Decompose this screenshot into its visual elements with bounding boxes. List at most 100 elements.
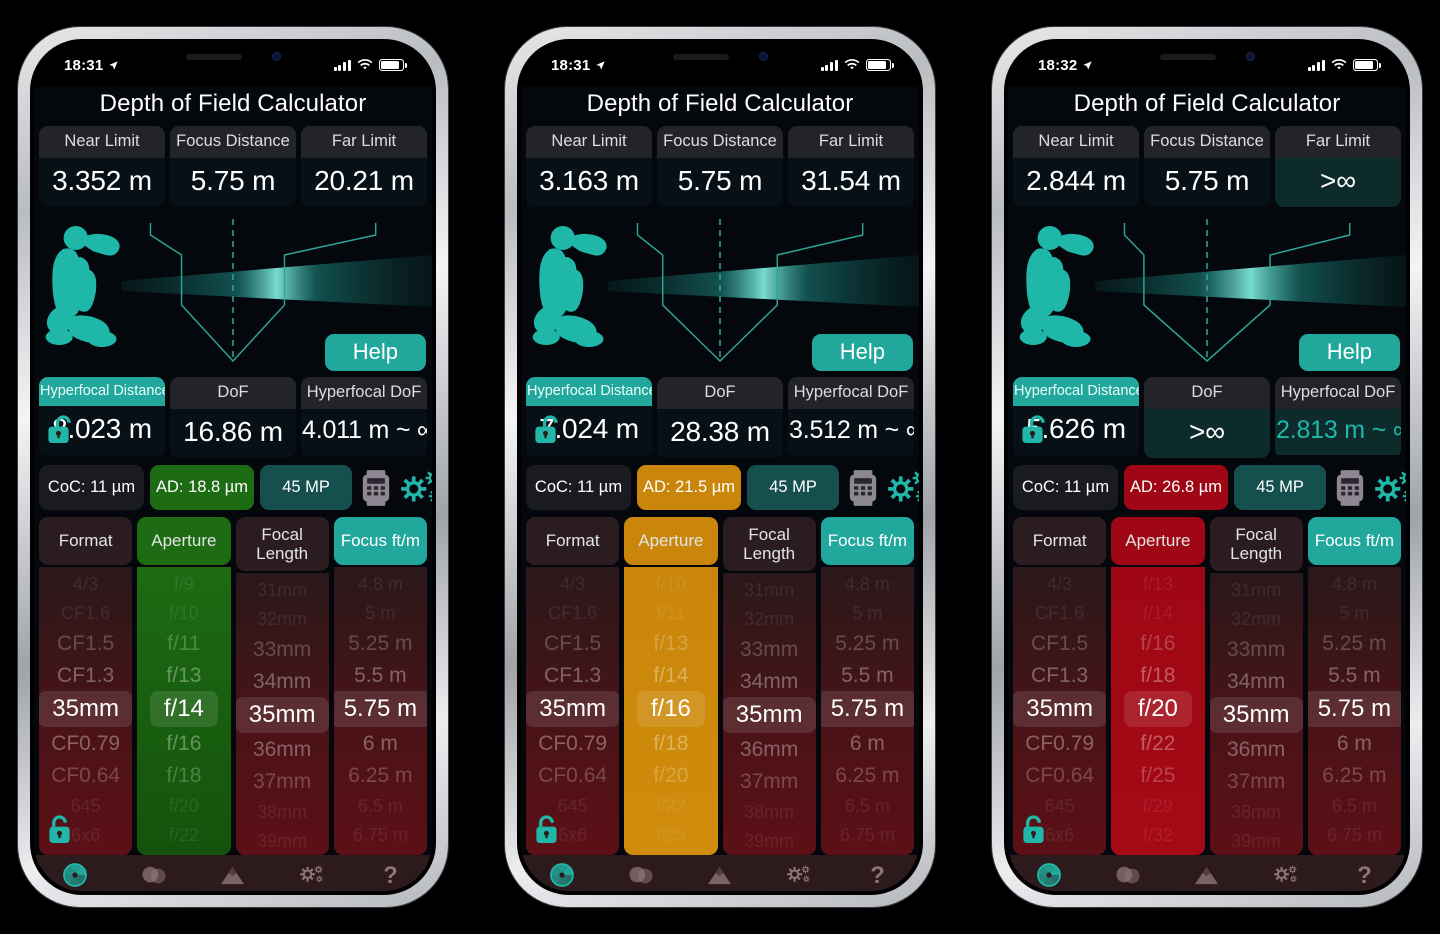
watch-calculator-icon[interactable] xyxy=(847,469,879,507)
tab-nd-calc[interactable]: ND Calc xyxy=(115,862,194,891)
picker-column-aperture[interactable]: Aperture f/13 f/14 f/16 f/18 f/20 f/22 f/25 f/2… xyxy=(1111,517,1205,856)
picker-item-format[interactable]: 4/3 xyxy=(61,569,110,598)
picker-item-focus-unit[interactable]: 6 m xyxy=(351,727,410,759)
picker-item-focus-unit[interactable]: 4.8 m xyxy=(346,569,415,598)
picker-list-format[interactable]: 4/3 CF1.6 CF1.5 CF1.3 35mm CF0.79 CF0.64 645 6x6 xyxy=(39,567,133,856)
picker-item-focal-length[interactable]: 35mm xyxy=(1209,697,1303,734)
near-limit-card[interactable]: Near Limit 3.352 m xyxy=(39,126,165,207)
picker-item-focal-length[interactable]: 38mm xyxy=(732,797,806,826)
tab-es-calc[interactable]: ES Calc xyxy=(1168,862,1247,891)
picker-item-aperture[interactable]: f/16 xyxy=(636,691,705,727)
picker-item-format[interactable]: CF1.3 xyxy=(1019,659,1100,691)
picker-item-aperture[interactable]: f/14 xyxy=(1131,598,1185,627)
picker-item-focal-length[interactable]: 32mm xyxy=(245,604,319,633)
picker-header-focus-unit[interactable]: Focus ft/m xyxy=(820,517,914,565)
picker-column-aperture[interactable]: Aperture f/9 f/10 f/11 f/13 f/14 f/16 f/18 f/20… xyxy=(137,517,231,856)
picker-header-focal-length[interactable]: Focal Length xyxy=(722,517,816,572)
hyperfocal-dof-card[interactable]: Hyperfocal DoF 4.011 m ~ ∞ xyxy=(301,377,427,458)
picker-column-format[interactable]: Format 4/3 CF1.6 CF1.5 CF1.3 35mm CF0.79 CF0.6… xyxy=(526,517,620,856)
picker-column-focal-length[interactable]: Focal Length 31mm 32mm 33mm 34mm 35mm 36mm 37mm… xyxy=(1209,517,1303,856)
picker-item-focal-length[interactable]: 36mm xyxy=(728,733,810,765)
picker-column-focal-length[interactable]: Focal Length 31mm 32mm 33mm 34mm 35mm 36mm 37mm… xyxy=(235,517,329,856)
picker-header-aperture[interactable]: Aperture xyxy=(1111,517,1205,565)
picker-item-focal-length[interactable]: 38mm xyxy=(1219,797,1293,826)
picker-item-aperture[interactable]: f/20 xyxy=(641,759,700,791)
format-lock-toggle[interactable] xyxy=(1020,813,1047,851)
picker-item-focal-length[interactable]: 37mm xyxy=(728,765,810,797)
picker-item-focus-unit[interactable]: 5 m xyxy=(1327,598,1381,627)
picker-item-focal-length[interactable]: 31mm xyxy=(245,575,319,604)
picker-column-focus-unit[interactable]: Focus ft/m 4.8 m5 m 5.25 m 5.5 m 5.75 m6 m6… xyxy=(820,517,914,856)
dof-card[interactable]: DoF >∞ xyxy=(1144,377,1270,458)
hyperfocal-unlock-toggle[interactable] xyxy=(45,413,72,451)
picker-item-focus-unit[interactable]: 6.25 m xyxy=(823,759,911,791)
picker-item-aperture[interactable]: f/22 xyxy=(644,791,698,820)
picker-item-focus-unit[interactable]: 6.75 m xyxy=(1315,820,1394,849)
picker-item-focus-unit[interactable]: 5.5 m xyxy=(1316,659,1393,691)
tab-dof-calc[interactable]: DoF Calc xyxy=(36,862,115,891)
picker-item-format[interactable]: CF1.3 xyxy=(532,659,613,691)
picker-item-focal-length[interactable]: 36mm xyxy=(1215,733,1297,765)
unlock-icon[interactable] xyxy=(45,413,72,446)
help-button[interactable]: Help xyxy=(1298,333,1400,371)
picker-item-aperture[interactable]: f/16 xyxy=(1128,627,1187,659)
watch-calculator-icon[interactable] xyxy=(1334,469,1366,507)
picker-item-focal-length[interactable]: 34mm xyxy=(241,665,323,697)
picker-column-focus-unit[interactable]: Focus ft/m 4.8 m5 m 5.25 m 5.5 m 5.75 m6 m6… xyxy=(1307,517,1401,856)
picker-item-aperture[interactable]: f/18 xyxy=(154,759,213,791)
picker-list-focal-length[interactable]: 31mm 32mm 33mm 34mm 35mm 36mm 37mm 38mm 39mm xyxy=(235,573,329,856)
picker-list-focus-unit[interactable]: 4.8 m5 m 5.25 m 5.5 m 5.75 m6 m 6.25 m 6.5 m6… xyxy=(333,567,427,856)
hyperfocal-unlock-toggle[interactable] xyxy=(532,413,559,451)
picker-item-focus-unit[interactable]: 6.5 m xyxy=(833,791,902,820)
picker-item-aperture[interactable]: f/10 xyxy=(157,598,211,627)
picker-list-aperture[interactable]: f/13 f/14 f/16 f/18 f/20 f/22 f/25 f/29 f/32 xyxy=(1111,567,1205,856)
picker-item-aperture[interactable]: f/14 xyxy=(149,691,218,727)
picker-item-focus-unit[interactable]: 6.5 m xyxy=(346,791,415,820)
dof-card[interactable]: DoF 16.86 m xyxy=(170,377,296,458)
picker-header-format[interactable]: Format xyxy=(526,517,620,565)
picker-item-aperture[interactable]: f/10 xyxy=(644,569,698,598)
tab-help-links[interactable]: ? Help & Links xyxy=(1325,862,1404,891)
gears-icon[interactable] xyxy=(1370,468,1406,508)
picker-item-focal-length[interactable]: 35mm xyxy=(235,697,329,734)
picker-item-focal-length[interactable]: 34mm xyxy=(728,665,810,697)
picker-item-aperture[interactable]: f/29 xyxy=(1131,791,1185,820)
unlock-icon[interactable] xyxy=(1019,413,1046,446)
picker-item-format[interactable]: CF0.79 xyxy=(39,727,132,759)
picker-item-focal-length[interactable]: 39mm xyxy=(245,826,319,855)
picker-list-aperture[interactable]: f/10 f/11 f/13 f/14 f/16 f/18 f/20 f/22 f/25 xyxy=(624,567,718,856)
unlock-icon[interactable] xyxy=(532,413,559,446)
tab-nd-calc[interactable]: ND Calc xyxy=(1089,862,1168,891)
picker-item-focus-unit[interactable]: 5.25 m xyxy=(336,627,424,659)
picker-item-focus-unit[interactable]: 5.25 m xyxy=(1310,627,1398,659)
picker-item-focus-unit[interactable]: 6.75 m xyxy=(828,820,907,849)
picker-item-format[interactable]: 35mm xyxy=(1013,691,1107,727)
picker-item-focal-length[interactable]: 33mm xyxy=(241,633,323,665)
picker-list-aperture[interactable]: f/9 f/10 f/11 f/13 f/14 f/16 f/18 f/20 f/22 xyxy=(137,567,231,856)
picker-item-aperture[interactable]: f/18 xyxy=(641,727,700,759)
hyperfocal-dof-card[interactable]: Hyperfocal DoF 2.813 m ~ ∞ xyxy=(1275,377,1401,458)
ad-chip[interactable]: AD: 18.8 µm xyxy=(150,465,255,510)
picker-header-focus-unit[interactable]: Focus ft/m xyxy=(333,517,427,565)
picker-item-aperture[interactable]: f/13 xyxy=(641,627,700,659)
lock-icon[interactable] xyxy=(533,813,560,846)
picker-item-focal-length[interactable]: 31mm xyxy=(1219,575,1293,604)
picker-item-format[interactable]: CF0.64 xyxy=(39,759,132,791)
picker-item-focal-length[interactable]: 33mm xyxy=(1215,633,1297,665)
picker-item-format[interactable]: CF1.6 xyxy=(1023,598,1096,627)
picker-item-focal-length[interactable]: 37mm xyxy=(241,765,323,797)
picker-list-focus-unit[interactable]: 4.8 m5 m 5.25 m 5.5 m 5.75 m6 m 6.25 m 6.5 m6… xyxy=(1307,567,1401,856)
tab-nd-calc[interactable]: ND Calc xyxy=(602,862,681,891)
focus-distance-card[interactable]: Focus Distance 5.75 m xyxy=(1144,126,1270,207)
picker-header-aperture[interactable]: Aperture xyxy=(137,517,231,565)
picker-item-focus-unit[interactable]: 5 m xyxy=(353,598,407,627)
picker-item-aperture[interactable]: f/22 xyxy=(1128,727,1187,759)
picker-item-aperture[interactable]: f/25 xyxy=(644,820,698,849)
picker-item-focal-length[interactable]: 38mm xyxy=(245,797,319,826)
picker-item-aperture[interactable]: f/22 xyxy=(157,820,211,849)
picker-header-format[interactable]: Format xyxy=(1013,517,1107,565)
picker-item-focal-length[interactable]: 31mm xyxy=(732,575,806,604)
picker-item-focus-unit[interactable]: 5.25 m xyxy=(823,627,911,659)
picker-item-focus-unit[interactable]: 5.5 m xyxy=(342,659,419,691)
ad-chip[interactable]: AD: 26.8 µm xyxy=(1124,465,1229,510)
